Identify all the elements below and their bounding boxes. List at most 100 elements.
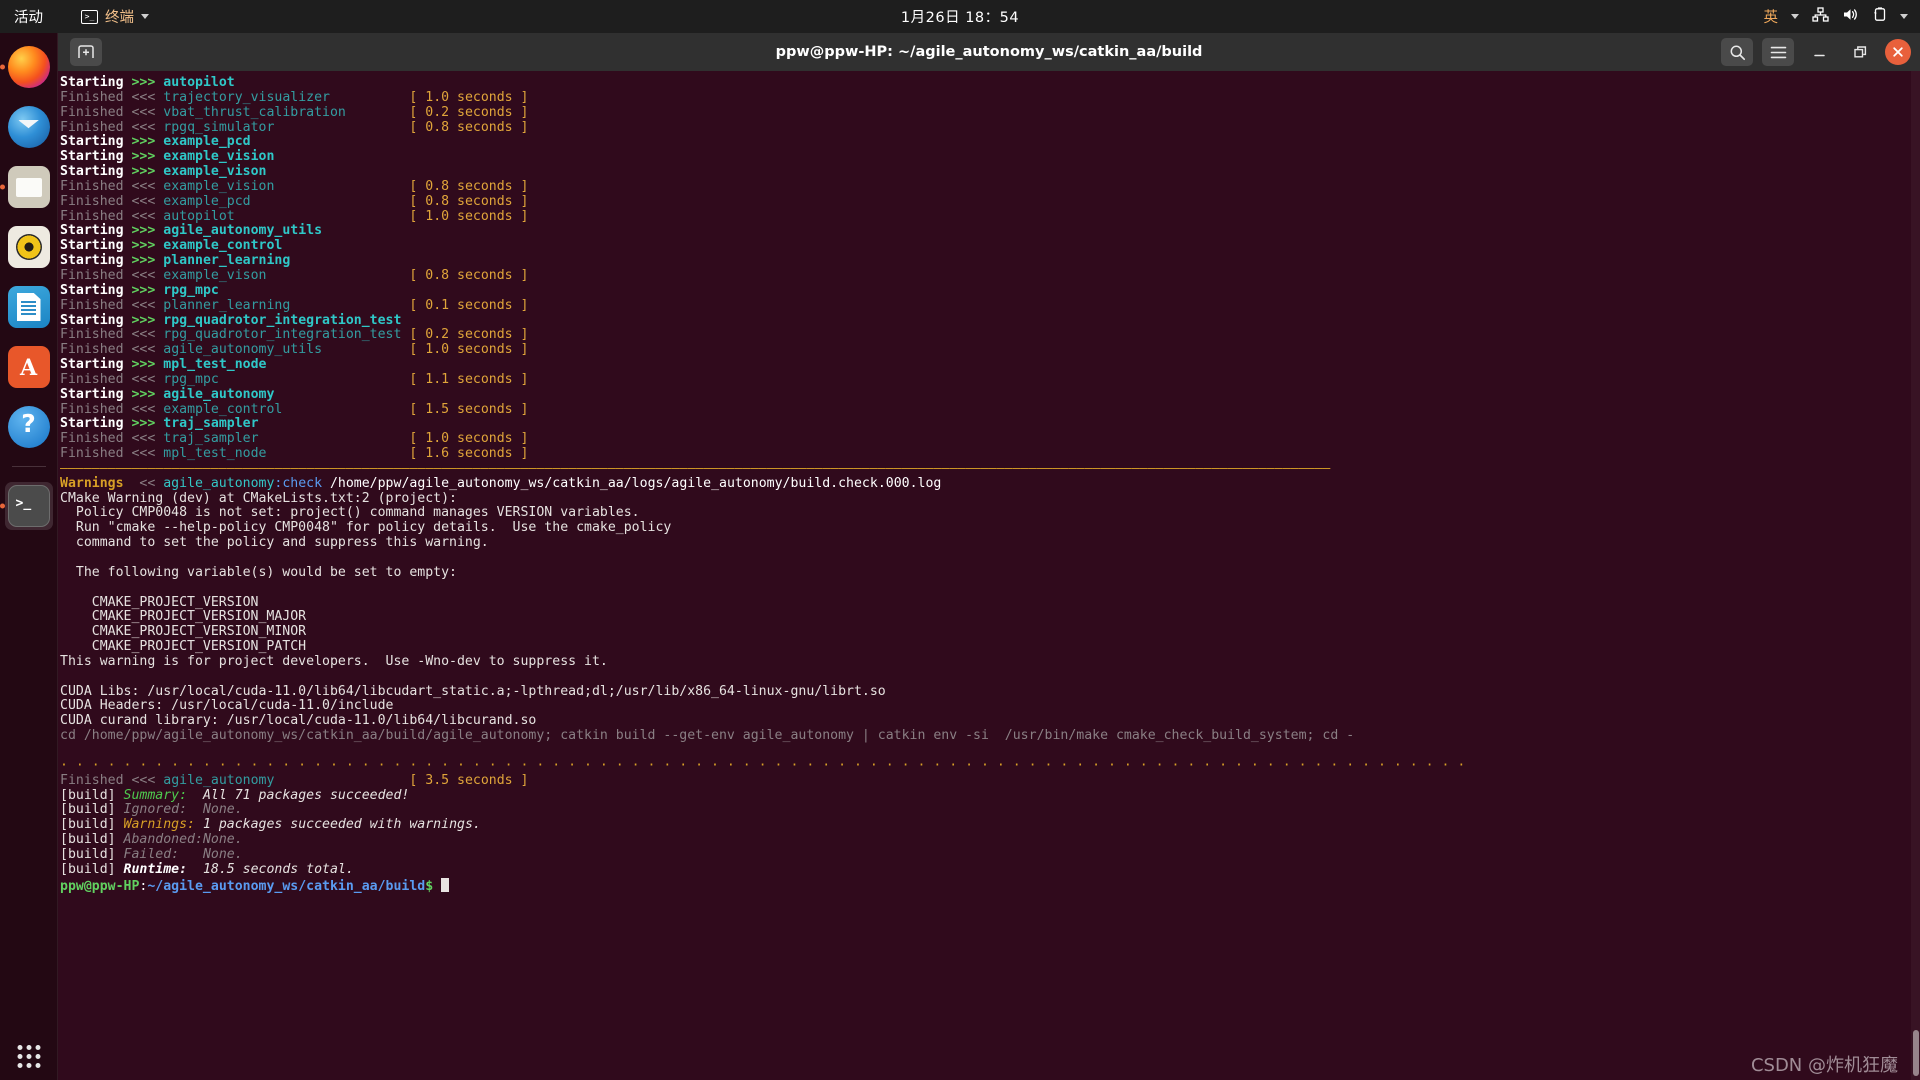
new-tab-button[interactable] (70, 38, 102, 66)
hamburger-menu-button[interactable] (1762, 38, 1794, 66)
terminal-line: CMAKE_PROJECT_VERSION_PATCH (60, 639, 307, 655)
terminal-line: CUDA Headers: /usr/local/cuda-11.0/inclu… (60, 698, 394, 714)
rhythmbox-icon (7, 226, 50, 268)
terminal-icon (7, 485, 50, 527)
terminal-line: Finished <<< planner_learning [ 0.1 seco… (60, 297, 529, 313)
terminal-line: command to set the policy and suppress t… (60, 535, 489, 551)
terminal-line: · · · · · · · · · · · · · · · · · · · · … (60, 757, 1466, 773)
terminal-line: ————————————————————————————————————————… (60, 460, 1331, 476)
terminal-line: Finished <<< example_vison [ 0.8 seconds… (60, 267, 529, 283)
terminal-line: CMAKE_PROJECT_VERSION_MAJOR (60, 609, 307, 625)
volume-icon[interactable] (1842, 7, 1859, 26)
gnome-top-bar: 活动 >_ 终端 1月26日 18：54 英 (0, 0, 1920, 33)
launcher-dock (0, 33, 58, 1080)
window-title: ppw@ppw-HP: ~/agile_autonomy_ws/catkin_a… (775, 44, 1203, 60)
terminal-icon: >_ (81, 9, 98, 24)
maximize-button[interactable] (1844, 38, 1876, 66)
terminal-line: CUDA curand library: /usr/local/cuda-11.… (60, 713, 537, 729)
terminal-window: ppw@ppw-HP: ~/agile_autonomy_ws/catkin_a… (58, 33, 1920, 1080)
dock-item-rhythmbox[interactable] (5, 223, 53, 271)
terminal-line: Finished <<< vbat_thrust_calibration [ 0… (60, 104, 529, 120)
terminal-line: Starting >>> example_vision (60, 149, 275, 165)
activities-button[interactable]: 活动 (14, 6, 43, 27)
firefox-icon (7, 46, 50, 88)
terminal-line: Run "cmake --help-policy CMP0048" for po… (60, 520, 672, 536)
window-controls (1721, 38, 1911, 66)
terminal-scrollbar[interactable] (1911, 71, 1920, 1080)
dock-item-firefox[interactable] (0, 43, 53, 91)
terminal-line: This warning is for project developers. … (60, 653, 608, 669)
watermark: CSDN @炸机狂魔 (1750, 1055, 1898, 1077)
system-tray: 英 (1764, 6, 1908, 27)
dock-divider (11, 466, 46, 467)
terminal-output-area[interactable]: Starting >>> autopilot Finished <<< traje… (58, 71, 1920, 1080)
libreoffice-writer-icon (7, 286, 50, 328)
terminal-line: [build] Summary: All 71 packages succeed… (60, 787, 410, 803)
files-icon (7, 166, 50, 208)
terminal-line: cd /home/ppw/agile_autonomy_ws/catkin_aa… (60, 728, 1355, 744)
terminal-line: Finished <<< agile_autonomy [ 3.5 second… (60, 772, 529, 788)
help-icon (7, 406, 50, 448)
thunderbird-icon (7, 106, 50, 148)
system-menu-chevron-down-icon[interactable] (1900, 14, 1908, 19)
chevron-down-icon (141, 14, 149, 19)
close-button[interactable] (1885, 39, 1911, 65)
terminal-line: Starting >>> planner_learning (60, 253, 291, 269)
terminal-cursor (441, 877, 450, 892)
running-indicator (0, 184, 5, 190)
network-icon[interactable] (1812, 7, 1829, 26)
dock-item-terminal[interactable] (0, 482, 53, 530)
terminal-line: CMAKE_PROJECT_VERSION (60, 594, 259, 610)
dock-item-help[interactable] (5, 403, 53, 451)
app-menu-button[interactable]: >_ 终端 (81, 6, 149, 27)
input-method-indicator[interactable]: 英 (1764, 6, 1779, 27)
terminal-line: Finished <<< example_vision [ 0.8 second… (60, 178, 529, 194)
terminal-line: Starting >>> example_pcd (60, 134, 251, 150)
terminal-line: [build] Ignored: None. (60, 802, 243, 818)
battery-icon[interactable] (1872, 7, 1887, 26)
terminal-line: Starting >>> agile_autonomy (60, 386, 275, 402)
terminal-line: Starting >>> rpg_mpc (60, 282, 219, 298)
terminal-text: Starting >>> autopilot Finished <<< traje… (60, 75, 1920, 893)
app-menu-label: 终端 (105, 10, 134, 26)
terminal-line: CMAKE_PROJECT_VERSION_MINOR (60, 624, 307, 640)
terminal-line: Starting >>> autopilot (60, 75, 235, 90)
input-method-chevron-down-icon[interactable] (1791, 14, 1799, 19)
terminal-line: [build] Failed: None. (60, 846, 243, 862)
terminal-line: Finished <<< traj_sampler [ 1.0 seconds … (60, 431, 529, 447)
window-titlebar: ppw@ppw-HP: ~/agile_autonomy_ws/catkin_a… (58, 33, 1920, 71)
clock-button[interactable]: 1月26日 18：54 (901, 6, 1019, 27)
terminal-line: Finished <<< example_control [ 1.5 secon… (60, 401, 529, 417)
running-indicator (0, 503, 5, 509)
terminal-line: Finished <<< mpl_test_node [ 1.6 seconds… (60, 446, 529, 462)
terminal-line: CUDA Libs: /usr/local/cuda-11.0/lib64/li… (60, 683, 886, 699)
terminal-line: ppw@ppw-HP:~/agile_autonomy_ws/catkin_aa… (60, 877, 1920, 893)
dock-item-writer[interactable] (5, 283, 53, 331)
show-applications-button[interactable] (17, 1045, 40, 1068)
dock-item-thunderbird[interactable] (5, 103, 53, 151)
running-indicator (0, 64, 5, 70)
terminal-line: Policy CMP0048 is not set: project() com… (60, 505, 640, 521)
terminal-line: Finished <<< autopilot [ 1.0 seconds ] (60, 208, 529, 224)
dock-item-files[interactable] (0, 163, 53, 211)
dock-item-software[interactable] (5, 343, 53, 391)
terminal-line: Starting >>> traj_sampler (60, 416, 259, 432)
terminal-line: The following variable(s) would be set t… (60, 564, 457, 580)
terminal-line: Finished <<< example_pcd [ 0.8 seconds ] (60, 193, 529, 209)
minimize-button[interactable] (1803, 38, 1835, 66)
search-button[interactable] (1721, 38, 1753, 66)
scrollbar-thumb[interactable] (1913, 1030, 1919, 1076)
terminal-line: Finished <<< agile_autonomy_utils [ 1.0 … (60, 342, 529, 358)
terminal-line: Starting >>> example_control (60, 238, 283, 254)
terminal-line: Finished <<< rpg_quadrotor_integration_t… (60, 327, 529, 343)
terminal-line: CMake Warning (dev) at CMakeLists.txt:2 … (60, 490, 457, 506)
terminal-line: Warnings << agile_autonomy:check /home/p… (60, 475, 942, 491)
terminal-line: [build] Abandoned:None. (60, 832, 243, 848)
terminal-line: Finished <<< trajectory_visualizer [ 1.0… (60, 89, 529, 105)
terminal-line: [build] Runtime: 18.5 seconds total. (60, 861, 354, 877)
terminal-line: Finished <<< rpg_mpc [ 1.1 seconds ] (60, 371, 529, 387)
